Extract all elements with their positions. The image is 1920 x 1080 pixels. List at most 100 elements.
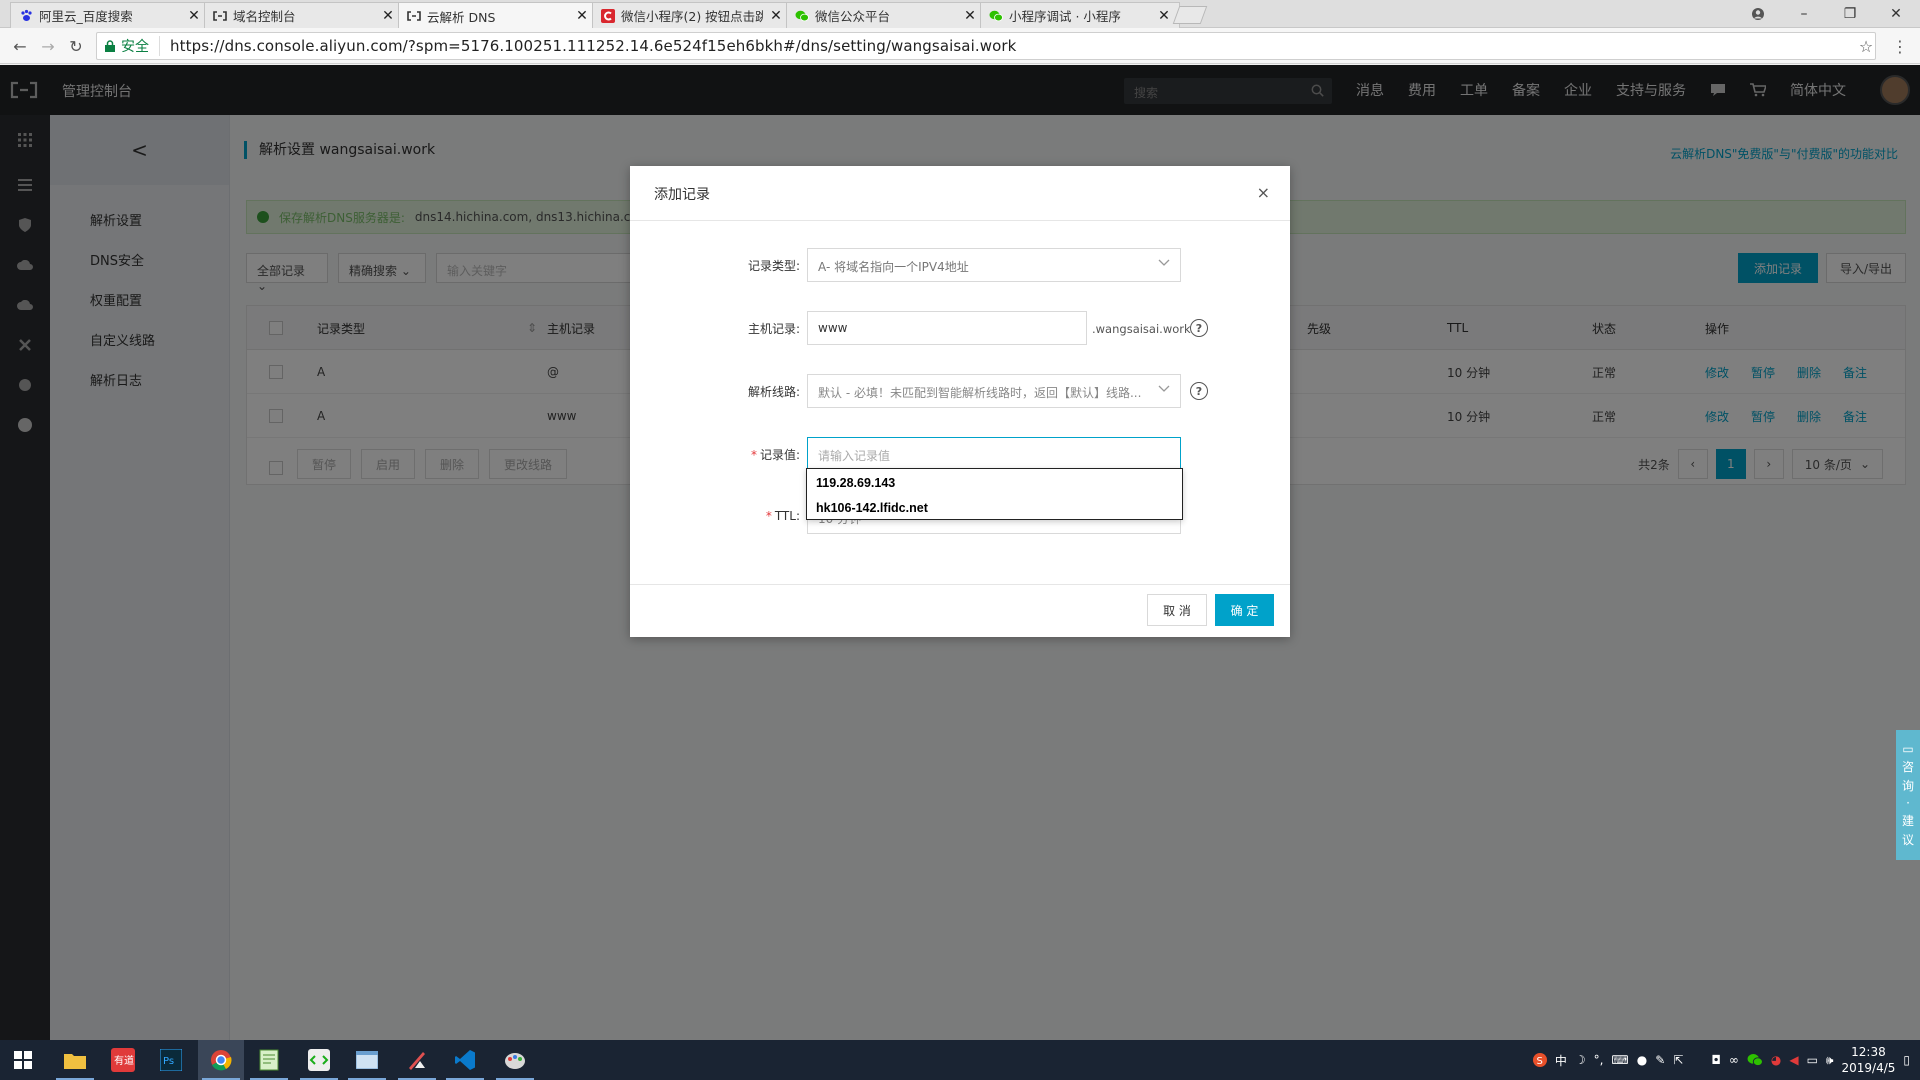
bookmark-star-icon[interactable]: ☆ <box>1856 36 1876 56</box>
aliyun-logo-icon <box>213 9 227 23</box>
clock-date: 2019/4/5 <box>1841 1061 1896 1075</box>
moon-icon[interactable]: ☽ <box>1575 1053 1586 1067</box>
volume-icon[interactable]: 🕪 <box>1826 1053 1834 1068</box>
host-record-label: 主机记录: <box>747 322 800 336</box>
restore-icon[interactable]: ❐ <box>1840 4 1860 24</box>
user-icon[interactable]: ● <box>1637 1053 1647 1067</box>
url-field[interactable]: 安全 https://dns.console.aliyun.com/?spm=5… <box>96 32 1876 60</box>
chevron-down-icon <box>1158 385 1170 393</box>
tab-close-icon[interactable]: ✕ <box>963 8 977 24</box>
svg-text:Ps: Ps <box>163 1056 174 1067</box>
expand-icon[interactable]: ⇱ <box>1673 1053 1683 1067</box>
close-window-icon[interactable]: ✕ <box>1886 4 1906 24</box>
help-icon[interactable]: ? <box>1190 382 1208 400</box>
youdao-icon[interactable]: 有道 <box>100 1040 146 1080</box>
tab-wechat-mp[interactable]: 微信公众平台 ✕ <box>786 2 986 28</box>
keyboard-icon[interactable]: ⌨ <box>1611 1053 1628 1067</box>
profile-icon[interactable] <box>1748 4 1768 24</box>
tab-title: 微信小程序(2) 按钮点击跳 <box>621 9 763 24</box>
secure-indicator[interactable]: 安全 <box>105 36 160 56</box>
chrome-icon[interactable] <box>198 1040 244 1080</box>
tab-csdn[interactable]: 微信小程序(2) 按钮点击跳 ✕ <box>592 2 792 28</box>
tab-domain-console[interactable]: 域名控制台 ✕ <box>204 2 404 28</box>
record-value-row: * 记录值: 请输入记录值 <box>630 437 1290 471</box>
windows-taskbar: 有道 Ps S 中 ☽ °, ⌨ ● ✎ ⇱ ◘ ∞ ◕ ◀ ▭ 🕪 12:38… <box>0 1040 1920 1080</box>
reload-icon[interactable]: ↻ <box>66 36 86 56</box>
minimize-icon[interactable]: – <box>1794 4 1814 24</box>
clock[interactable]: 12:38 2019/4/5 <box>1841 1044 1895 1076</box>
window-app-icon[interactable] <box>344 1040 390 1080</box>
forward-arrow-icon[interactable]: → <box>38 36 58 56</box>
back-arrow-icon[interactable]: ← <box>10 36 30 56</box>
tab-close-icon[interactable]: ✕ <box>769 8 783 24</box>
confirm-button[interactable]: 确 定 <box>1215 594 1274 626</box>
tab-close-icon[interactable]: ✕ <box>1157 8 1171 24</box>
tab-miniprogram-debug[interactable]: 小程序调试 · 小程序 ✕ <box>980 2 1180 28</box>
ttl-label: * TTL: <box>765 509 800 523</box>
close-icon[interactable]: × <box>1257 183 1270 202</box>
autocomplete-dropdown: 119.28.69.143 hk106-142.lfidc.net <box>806 468 1183 520</box>
record-type-value: A- 将域名指向一个IPV4地址 <box>818 260 969 274</box>
autocomplete-item[interactable]: 119.28.69.143 <box>807 469 1182 494</box>
clock-time: 12:38 <box>1851 1045 1886 1059</box>
network-icon[interactable]: ▭ <box>1807 1053 1818 1067</box>
punctuation-icon[interactable]: °, <box>1594 1053 1604 1067</box>
wechat-icon <box>795 9 809 23</box>
feedback-char: 询 <box>1901 779 1914 793</box>
wechat-tray-icon[interactable] <box>1747 1053 1763 1067</box>
weibo-icon[interactable]: ◕ <box>1771 1053 1781 1067</box>
line-value: 默认 - 必填！未匹配到智能解析线路时，返回【默认】线路... <box>818 386 1142 400</box>
tab-cloud-dns[interactable]: 云解析 DNS ✕ <box>398 2 598 29</box>
host-record-input[interactable]: www <box>807 311 1087 345</box>
tab-close-icon[interactable]: ✕ <box>575 8 589 24</box>
wechat-devtools-icon[interactable] <box>296 1040 342 1080</box>
record-type-row: 记录类型: A- 将域名指向一个IPV4地址 <box>630 248 1290 282</box>
new-tab-button[interactable] <box>1172 6 1208 24</box>
tab-title: 阿里云_百度搜索 <box>39 9 133 24</box>
autocomplete-item[interactable]: hk106-142.lfidc.net <box>807 494 1182 519</box>
feedback-char: 建 <box>1901 814 1914 828</box>
feedback-tab[interactable]: ▭ 咨 询 · 建 议 <box>1896 730 1920 860</box>
file-explorer-icon[interactable] <box>52 1040 98 1080</box>
feedback-char: · <box>1906 796 1910 810</box>
line-select[interactable]: 默认 - 必填！未匹配到智能解析线路时，返回【默认】线路... <box>807 374 1181 408</box>
link-icon[interactable]: ∞ <box>1729 1053 1739 1067</box>
dialog-title: 添加记录 <box>654 187 710 203</box>
sogou-ime-icon[interactable]: S <box>1532 1053 1547 1067</box>
wechat-icon <box>989 9 1003 23</box>
record-value-label: * 记录值: <box>750 448 800 462</box>
speaker-muted-icon[interactable]: ◀ <box>1789 1053 1798 1067</box>
tray-app-icon[interactable]: ◘ <box>1711 1053 1721 1067</box>
secure-label: 安全 <box>121 39 149 55</box>
svg-text:有道: 有道 <box>114 1054 134 1067</box>
url-text: https://dns.console.aliyun.com/?spm=5176… <box>170 37 1017 55</box>
tab-close-icon[interactable]: ✕ <box>381 8 395 24</box>
notepad-icon[interactable] <box>246 1040 292 1080</box>
tab-close-icon[interactable]: ✕ <box>187 8 201 24</box>
record-value-input[interactable]: 请输入记录值 <box>807 437 1181 471</box>
tab-title: 微信公众平台 <box>815 9 891 24</box>
tab-baidu[interactable]: 阿里云_百度搜索 ✕ <box>10 2 210 28</box>
wrench-icon[interactable]: ✎ <box>1655 1053 1665 1067</box>
cancel-button[interactable]: 取 消 <box>1147 594 1207 626</box>
notification-icon[interactable]: ▯ <box>1903 1053 1910 1067</box>
app-icon[interactable] <box>394 1040 440 1080</box>
feedback-char: 咨 <box>1901 760 1914 774</box>
menu-dots-icon[interactable]: ⋮ <box>1890 36 1910 56</box>
feedback-char: 议 <box>1901 833 1914 847</box>
help-icon[interactable]: ? <box>1190 319 1208 337</box>
host-record-row: 主机记录: www .wangsaisai.work ? <box>630 311 1290 345</box>
browser-tab-bar: 阿里云_百度搜索 ✕ 域名控制台 ✕ 云解析 DNS ✕ 微信小程序(2) 按钮… <box>0 0 1920 29</box>
windows-start-icon[interactable] <box>0 1040 46 1080</box>
svg-text:S: S <box>1536 1056 1542 1067</box>
domain-suffix: .wangsaisai.work <box>1092 322 1191 336</box>
record-type-select[interactable]: A- 将域名指向一个IPV4地址 <box>807 248 1181 282</box>
dialog-footer: 取 消 确 定 <box>630 584 1290 637</box>
photoshop-icon[interactable]: Ps <box>148 1040 194 1080</box>
tab-title: 云解析 DNS <box>427 9 496 25</box>
paint-icon[interactable] <box>492 1040 538 1080</box>
record-type-label: 记录类型: <box>747 259 800 273</box>
vscode-icon[interactable] <box>442 1040 488 1080</box>
ime-mode[interactable]: 中 <box>1555 1052 1567 1069</box>
tab-title: 域名控制台 <box>233 9 296 24</box>
